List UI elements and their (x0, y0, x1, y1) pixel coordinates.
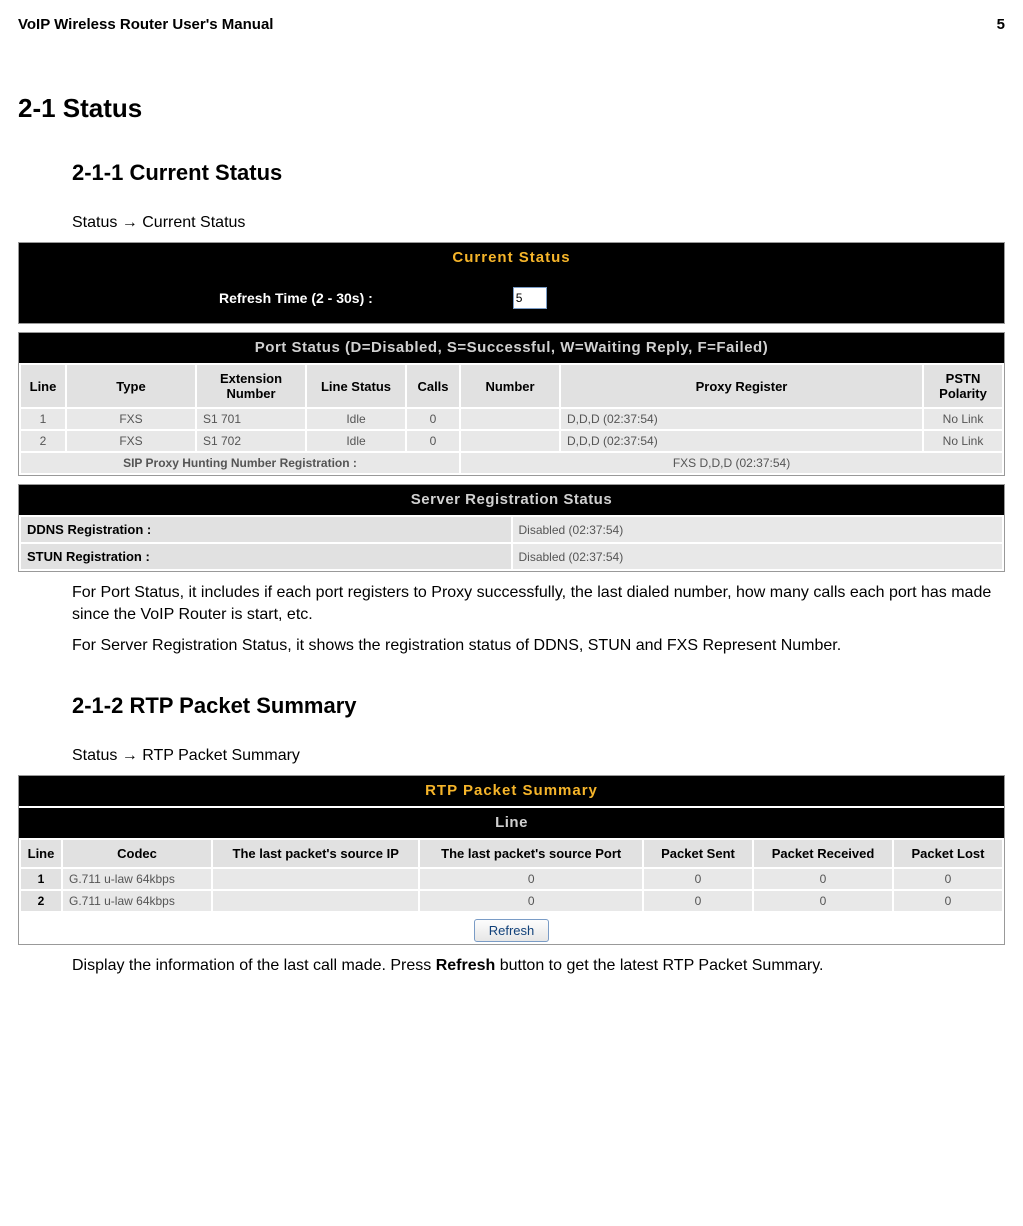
cell-status: Idle (307, 431, 405, 451)
cell-recv: 0 (754, 869, 892, 889)
table-row: 1 FXS S1 701 Idle 0 D,D,D (02:37:54) No … (21, 409, 1002, 429)
col-pstn: PSTN Polarity (924, 365, 1002, 407)
server-registration-table: DDNS Registration : Disabled (02:37:54) … (19, 515, 1004, 571)
document-header: VoIP Wireless Router User's Manual 5 (18, 16, 1005, 33)
refresh-button-row: Refresh (19, 913, 1004, 944)
col-sent: Packet Sent (644, 840, 752, 867)
cell-src-port: 0 (420, 869, 642, 889)
breadcrumb-current-status: Status → Current Status (72, 214, 1005, 232)
subsection-rtp-summary: 2-1-2 RTP Packet Summary (72, 693, 1005, 719)
server-registration-panel: Server Registration Status DDNS Registra… (18, 484, 1005, 572)
cell-src-ip (213, 891, 418, 911)
manual-title: VoIP Wireless Router User's Manual (18, 16, 273, 33)
ddns-row: DDNS Registration : Disabled (02:37:54) (21, 517, 1002, 542)
col-extension: Extension Number (197, 365, 305, 407)
cell-ext: S1 701 (197, 409, 305, 429)
cell-calls: 0 (407, 431, 459, 451)
cell-codec: G.711 u-law 64kbps (63, 869, 211, 889)
port-status-title: Port Status (D=Disabled, S=Successful, W… (255, 339, 768, 356)
cell-type: FXS (67, 431, 195, 451)
cell-sent: 0 (644, 869, 752, 889)
col-proxy: Proxy Register (561, 365, 922, 407)
port-status-header-row: Line Type Extension Number Line Status C… (21, 365, 1002, 407)
col-codec: Codec (63, 840, 211, 867)
table-row: 2 G.711 u-law 64kbps 0 0 0 0 (21, 891, 1002, 911)
section-heading: 2-1 Status (18, 93, 1005, 124)
server-reg-description: For Server Registration Status, it shows… (72, 635, 995, 657)
rtp-description: Display the information of the last call… (72, 955, 995, 977)
col-line: Line (21, 365, 65, 407)
ddns-label: DDNS Registration : (21, 517, 511, 542)
cell-pstn: No Link (924, 409, 1002, 429)
breadcrumb-rtp: Status → RTP Packet Summary (72, 747, 1005, 765)
cell-proxy: D,D,D (02:37:54) (561, 409, 922, 429)
col-src-port: The last packet's source Port (420, 840, 642, 867)
rtp-sub-title-bar: Line (19, 808, 1004, 838)
refresh-row: Refresh Time (2 - 30s) : (19, 273, 1004, 323)
cell-line: 1 (21, 869, 61, 889)
cell-status: Idle (307, 409, 405, 429)
stun-row: STUN Registration : Disabled (02:37:54) (21, 544, 1002, 569)
port-status-title-bar: Port Status (D=Disabled, S=Successful, W… (19, 333, 1004, 363)
col-line: Line (21, 840, 61, 867)
rtp-title: RTP Packet Summary (425, 782, 598, 799)
cell-calls: 0 (407, 409, 459, 429)
current-status-panel: Current Status Refresh Time (2 - 30s) : (18, 242, 1005, 324)
rtp-panel: RTP Packet Summary Line Line Codec The l… (18, 775, 1005, 945)
cell-src-ip (213, 869, 418, 889)
rtp-desc-bold: Refresh (436, 957, 496, 974)
page-number: 5 (997, 16, 1005, 33)
hunting-label: SIP Proxy Hunting Number Registration : (21, 453, 459, 473)
server-registration-title-bar: Server Registration Status (19, 485, 1004, 515)
cell-line: 2 (21, 431, 65, 451)
col-number: Number (461, 365, 559, 407)
table-row: 1 G.711 u-law 64kbps 0 0 0 0 (21, 869, 1002, 889)
cell-src-port: 0 (420, 891, 642, 911)
rtp-table: Line Codec The last packet's source IP T… (19, 838, 1004, 913)
cell-sent: 0 (644, 891, 752, 911)
col-type: Type (67, 365, 195, 407)
refresh-time-input[interactable] (513, 287, 547, 309)
col-src-ip: The last packet's source IP (213, 840, 418, 867)
rtp-desc-part1: Display the information of the last call… (72, 957, 436, 974)
cell-proxy: D,D,D (02:37:54) (561, 431, 922, 451)
cell-number (461, 409, 559, 429)
col-recv: Packet Received (754, 840, 892, 867)
rtp-header-row: Line Codec The last packet's source IP T… (21, 840, 1002, 867)
cell-number (461, 431, 559, 451)
port-status-description: For Port Status, it includes if each por… (72, 582, 995, 625)
server-registration-title: Server Registration Status (411, 491, 612, 508)
refresh-button[interactable]: Refresh (474, 919, 550, 942)
cell-line: 1 (21, 409, 65, 429)
rtp-title-bar: RTP Packet Summary (19, 776, 1004, 806)
col-line-status: Line Status (307, 365, 405, 407)
current-status-title-bar: Current Status (19, 243, 1004, 273)
cell-lost: 0 (894, 869, 1002, 889)
table-row: 2 FXS S1 702 Idle 0 D,D,D (02:37:54) No … (21, 431, 1002, 451)
cell-pstn: No Link (924, 431, 1002, 451)
rtp-sub-title: Line (495, 814, 528, 831)
port-status-table: Line Type Extension Number Line Status C… (19, 363, 1004, 475)
refresh-time-label: Refresh Time (2 - 30s) : (19, 290, 513, 306)
port-status-panel: Port Status (D=Disabled, S=Successful, W… (18, 332, 1005, 476)
cell-ext: S1 702 (197, 431, 305, 451)
current-status-title: Current Status (452, 249, 570, 266)
hunting-value: FXS D,D,D (02:37:54) (461, 453, 1002, 473)
rtp-desc-part2: button to get the latest RTP Packet Summ… (495, 957, 823, 974)
stun-value: Disabled (02:37:54) (513, 544, 1003, 569)
hunting-row: SIP Proxy Hunting Number Registration : … (21, 453, 1002, 473)
subsection-current-status: 2-1-1 Current Status (72, 160, 1005, 186)
stun-label: STUN Registration : (21, 544, 511, 569)
ddns-value: Disabled (02:37:54) (513, 517, 1003, 542)
cell-recv: 0 (754, 891, 892, 911)
col-lost: Packet Lost (894, 840, 1002, 867)
cell-line: 2 (21, 891, 61, 911)
cell-lost: 0 (894, 891, 1002, 911)
cell-type: FXS (67, 409, 195, 429)
col-calls: Calls (407, 365, 459, 407)
cell-codec: G.711 u-law 64kbps (63, 891, 211, 911)
